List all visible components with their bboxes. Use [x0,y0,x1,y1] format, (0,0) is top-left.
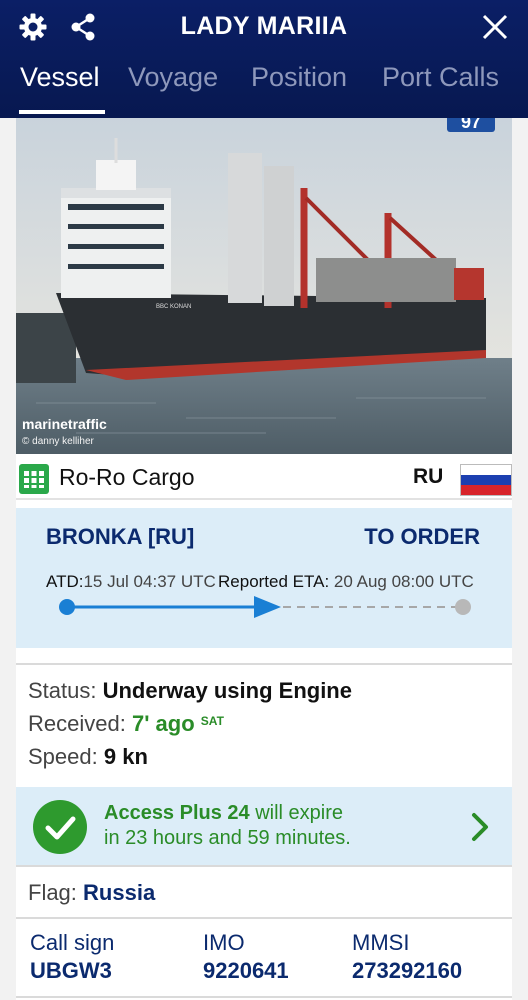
identifiers-row: Call sign UBGW3 IMO 9220641 MMSI 2732921… [16,930,512,1000]
vessel-photo[interactable]: BBC KONAN 97 marinetraffic © danny kelli… [16,118,512,454]
mmsi-field: MMSI 273292160 [352,930,463,983]
callsign-field: Call sign UBGW3 [30,930,115,983]
vessel-title: LADY MARIIA [180,12,348,40]
tab-voyage[interactable]: Voyage [128,62,218,93]
active-tab-indicator [19,110,105,114]
speed-row: Speed: 9 kn [28,744,148,769]
chevron-right-icon[interactable] [470,811,490,848]
gear-icon[interactable] [16,10,50,44]
eta-info: Reported ETA: 20 Aug 08:00 UTC [218,572,474,592]
status-section: Status: Underway using Engine Received: … [28,678,498,777]
check-icon [33,800,87,854]
voyage-progress-track [59,596,471,618]
start-dot [59,599,75,615]
destination: TO ORDER [364,524,480,549]
tab-vessel[interactable]: Vessel [20,62,100,93]
share-icon[interactable] [66,10,100,44]
eta-overflow-letter: R [218,572,231,591]
access-message: Access Plus 24 will expire in 23 hours a… [104,802,351,849]
status-value: Underway using Engine [102,678,352,703]
tab-position[interactable]: Position [251,62,347,93]
atd-info: ATD:15 Jul 04:37 UTC [46,572,216,592]
eta-label: eported ETA: [230,572,330,591]
end-dot [455,599,471,615]
speed-value: 9 kn [103,744,148,769]
divider [16,917,512,919]
callsign-value: UBGW3 [30,958,112,983]
close-icon[interactable] [478,10,512,44]
tab-port-calls[interactable]: Port Calls [382,62,499,93]
app-header: LADY MARIIA Vessel Voyage Position Port … [0,0,528,118]
imo-value: 9220641 [203,958,289,983]
flag-row: Flag: Russia [28,880,156,905]
vessel-type-row: Ro-Ro Cargo RU [16,454,512,500]
tab-bar: Vessel Voyage Position Port Calls [0,58,528,118]
divider [16,663,512,665]
mmsi-value: 273292160 [352,958,463,983]
access-plus-banner[interactable]: Access Plus 24 will expire in 23 hours a… [16,787,512,865]
departure-port: BRONKA [RU] [46,524,195,549]
divider [16,865,512,867]
status-row: Status: Underway using Engine [28,678,352,703]
imo-field: IMO 9220641 [203,930,289,983]
vessel-arrow-icon [254,596,281,618]
photo-count-badge[interactable]: 97 [447,118,495,132]
received-row: Received: 7' ago SAT [28,711,224,736]
grid-icon [19,464,49,494]
vessel-type: Ro-Ro Cargo [59,464,195,490]
sat-badge: SAT [200,714,224,728]
russia-flag-icon [460,464,512,496]
voyage-panel[interactable]: BRONKA [RU] TO ORDER ATD:15 Jul 04:37 UT… [16,508,512,648]
photo-credit: © danny kelliher [22,436,94,447]
vessel-card: BBC KONAN 97 marinetraffic © danny kelli… [16,118,512,1000]
atd-label: ATD: [46,572,84,591]
divider [16,996,512,998]
hull-name-text: BBC KONAN [156,304,191,310]
flag-value: Russia [83,880,156,905]
country-code: RU [413,465,444,488]
received-value: 7' ago [131,711,195,736]
watermark-logo: marinetraffic [22,416,107,432]
eta-value: 20 Aug 08:00 UTC [333,572,474,591]
access-plan: Access Plus 24 [104,802,250,824]
atd-value: 15 Jul 04:37 UTC [83,572,216,591]
